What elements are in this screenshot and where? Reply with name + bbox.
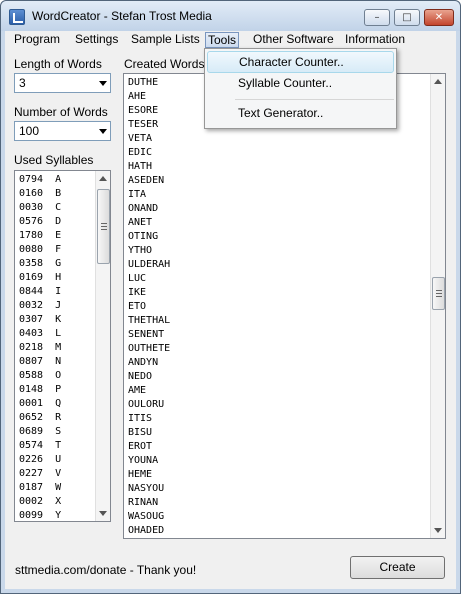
scroll-up-icon[interactable] [434, 79, 442, 84]
list-item[interactable]: ASEDEN [128, 174, 164, 188]
words-scrollbar[interactable] [430, 74, 445, 538]
list-item[interactable]: 0307 K [19, 313, 61, 327]
status-text: sttmedia.com/donate - Thank you! [15, 563, 197, 577]
list-item[interactable]: LUC [128, 272, 146, 286]
chevron-down-icon [99, 81, 107, 86]
menu-settings[interactable]: Settings [73, 32, 120, 48]
list-item[interactable]: 0001 Q [19, 397, 61, 411]
list-item[interactable]: HATH [128, 160, 152, 174]
list-item[interactable]: YTHO [128, 244, 152, 258]
list-item[interactable]: 0148 P [19, 383, 61, 397]
list-item[interactable]: 0588 O [19, 369, 61, 383]
list-item[interactable]: ITA [128, 188, 146, 202]
list-item[interactable]: 0169 H [19, 271, 61, 285]
list-item[interactable]: OHADED [128, 524, 164, 538]
app-icon [9, 9, 25, 25]
number-combobox[interactable]: 100 [14, 121, 111, 141]
tools-dropdown-menu: Character Counter.. Syllable Counter.. T… [204, 48, 397, 129]
menu-other-software[interactable]: Other Software [251, 32, 336, 48]
list-item[interactable]: 0187 W [19, 481, 61, 495]
chevron-down-icon [99, 129, 107, 134]
created-words-list[interactable]: DUTHE AHE ESORE TESER VETA EDIC HATH ASEDEN ITA O… [123, 73, 446, 539]
list-item[interactable]: 0844 I [19, 285, 61, 299]
list-item[interactable]: 0807 N [19, 355, 61, 369]
list-item[interactable]: ANDYN [128, 356, 158, 370]
list-item[interactable]: EROT [128, 440, 152, 454]
list-item[interactable]: OTING [128, 230, 158, 244]
list-item[interactable]: 0226 U [19, 453, 61, 467]
list-item[interactable]: AME [128, 384, 146, 398]
list-item[interactable]: 0794 A [19, 173, 61, 187]
list-item[interactable]: NEDO [128, 370, 152, 384]
menu-program[interactable]: Program [12, 32, 62, 48]
list-item[interactable]: ANET [128, 216, 152, 230]
menu-item-syllable-counter[interactable]: Syllable Counter.. [207, 73, 394, 95]
list-item[interactable]: 0080 F [19, 243, 61, 257]
list-item[interactable]: ULDERAH [128, 258, 170, 272]
list-item[interactable]: AHE [128, 90, 146, 104]
list-item[interactable]: EDIC [128, 146, 152, 160]
list-item[interactable]: YOUNA [128, 454, 158, 468]
list-item[interactable]: IKE [128, 286, 146, 300]
list-item[interactable]: 0032 J [19, 299, 61, 313]
list-item[interactable]: 0403 L [19, 327, 61, 341]
list-item[interactable]: 0030 C [19, 201, 61, 215]
list-item[interactable]: ESORE [128, 104, 158, 118]
list-item[interactable]: ITIS [128, 412, 152, 426]
list-item[interactable]: 0574 T [19, 439, 61, 453]
list-item[interactable]: THETHAL [128, 314, 170, 328]
syllables-list[interactable]: 0794 A 0160 B 0030 C 0576 D 1780 E 0080 F 0358… [14, 170, 111, 522]
length-value: 3 [19, 76, 26, 90]
list-item[interactable]: 0218 M [19, 341, 61, 355]
menu-information[interactable]: Information [343, 32, 407, 48]
syllables-label: Used Syllables [14, 153, 94, 167]
app-window: WordCreator - Stefan Trost Media – □ ✕ P… [0, 0, 461, 594]
length-combobox[interactable]: 3 [14, 73, 111, 93]
list-item[interactable]: ONAND [128, 202, 158, 216]
menu-separator [235, 99, 394, 100]
number-value: 100 [19, 124, 40, 138]
scroll-down-icon[interactable] [434, 528, 442, 533]
create-button[interactable]: Create [350, 556, 445, 579]
list-item[interactable]: 0689 S [19, 425, 61, 439]
list-item[interactable]: 0652 R [19, 411, 61, 425]
title-bar[interactable]: WordCreator - Stefan Trost Media – □ ✕ [1, 1, 460, 31]
list-item[interactable]: ETO [128, 300, 146, 314]
list-item[interactable]: OUTHETE [128, 342, 170, 356]
scroll-down-icon[interactable] [99, 511, 107, 516]
list-item[interactable]: 0002 X [19, 495, 61, 509]
length-label: Length of Words [14, 57, 102, 71]
syllables-scroll-thumb[interactable] [97, 189, 110, 264]
list-item[interactable]: 1780 E [19, 229, 61, 243]
window-title: WordCreator - Stefan Trost Media [32, 9, 212, 23]
number-label: Number of Words [14, 105, 108, 119]
list-item[interactable]: TESER [128, 118, 158, 132]
syllables-scrollbar[interactable] [95, 171, 110, 521]
close-button[interactable]: ✕ [424, 9, 454, 26]
minimize-button[interactable]: – [364, 9, 390, 26]
list-item[interactable]: NASYOU [128, 482, 164, 496]
list-item[interactable]: 0160 B [19, 187, 61, 201]
words-scroll-thumb[interactable] [432, 277, 445, 310]
list-item[interactable]: HEME [128, 468, 152, 482]
menu-bar: Program Settings Sample Lists Tools Othe… [5, 31, 456, 49]
list-item[interactable]: WASOUG [128, 510, 164, 524]
created-label: Created Words [124, 57, 205, 71]
menu-item-character-counter[interactable]: Character Counter.. [207, 51, 394, 73]
list-item[interactable]: VETA [128, 132, 152, 146]
list-item[interactable]: BISU [128, 426, 152, 440]
menu-tools[interactable]: Tools [205, 32, 240, 48]
menu-sample-lists[interactable]: Sample Lists [129, 32, 202, 48]
list-item[interactable]: 0576 D [19, 215, 61, 229]
list-item[interactable]: 0099 Y [19, 509, 61, 521]
maximize-button[interactable]: □ [394, 9, 420, 26]
list-item[interactable]: 0358 G [19, 257, 61, 271]
list-item[interactable]: 0227 V [19, 467, 61, 481]
menu-item-text-generator[interactable]: Text Generator.. [207, 103, 394, 125]
list-item[interactable]: RINAN [128, 496, 158, 510]
list-item[interactable]: DUTHE [128, 76, 158, 90]
list-item[interactable]: OULORU [128, 398, 164, 412]
scroll-up-icon[interactable] [99, 176, 107, 181]
list-item[interactable]: SENENT [128, 328, 164, 342]
